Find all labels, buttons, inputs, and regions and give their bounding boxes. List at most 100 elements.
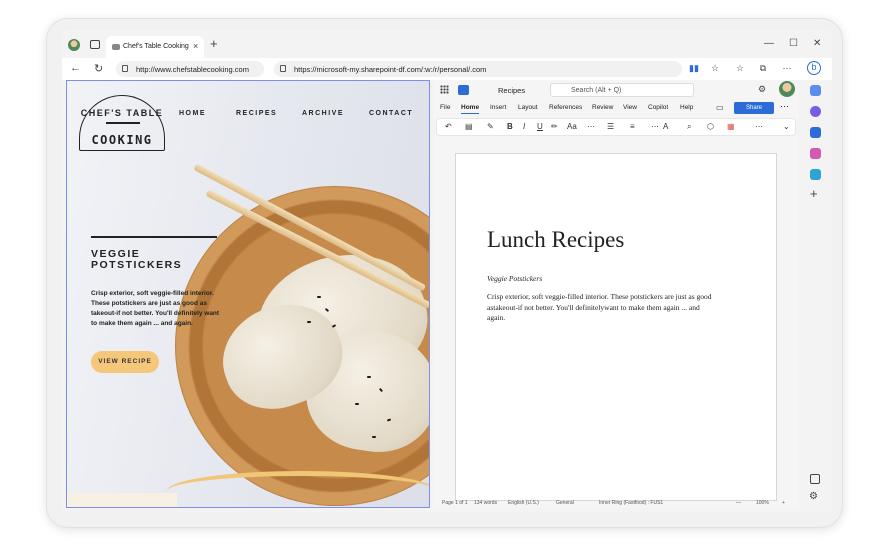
profile-avatar[interactable] (68, 39, 80, 51)
bold-button[interactable]: B (507, 122, 513, 131)
zoom-in-icon[interactable]: + (782, 500, 785, 506)
tab-help[interactable]: Help (680, 104, 693, 111)
close-window-icon[interactable]: ✕ (813, 38, 821, 49)
status-ring: Inner Ring (Fastfood) : FUS1 (599, 500, 664, 506)
document-body: Crisp exterior, soft veggie-filled inter… (487, 292, 712, 322)
collections-icon[interactable]: ⧉ (758, 63, 768, 73)
right-url-field[interactable]: https://microsoft-my.sharepoint-df.com/:… (274, 61, 682, 77)
app-launcher-icon[interactable] (440, 85, 449, 94)
zoom-level[interactable]: 100% (756, 500, 769, 506)
address-bar-row: ← ↻ http://www.chefstablecooking.com htt… (62, 58, 832, 80)
tab-bar: Chef's Table Cooking × + — ☐ ✕ (62, 30, 832, 58)
m365-icon[interactable] (810, 106, 821, 117)
maximize-icon[interactable]: ☐ (789, 38, 798, 49)
logo-line2: COOKING (91, 133, 153, 147)
settings-gear-icon[interactable]: ⚙ (809, 491, 818, 502)
find-icon[interactable]: ⌕ (687, 122, 691, 132)
comments-icon[interactable]: ▭ (716, 103, 724, 112)
nav-archive[interactable]: ARCHIVE (302, 110, 344, 117)
paste-icon[interactable]: ▤ (465, 122, 473, 131)
copilot-icon[interactable]: b (807, 61, 821, 75)
more-options-icon[interactable]: ⋯ (780, 101, 789, 112)
left-url-field[interactable]: http://www.chefstablecooking.com (116, 61, 264, 77)
website-pane: CHEF'S TABLE COOKING HOME RECIPES ARCHIV… (66, 80, 430, 508)
browser-window: Chef's Table Cooking × + — ☐ ✕ ← ↻ http:… (62, 30, 832, 512)
font-size-button[interactable]: Aa (567, 122, 577, 131)
back-icon[interactable]: ← (70, 62, 81, 74)
more-ribbon-icon[interactable]: ⋯ (755, 122, 763, 131)
refresh-icon[interactable]: ↻ (94, 62, 103, 75)
status-language[interactable]: English (U.S.) (508, 500, 539, 506)
recipe-description: Crisp exterior, soft veggie-filled inter… (91, 290, 220, 327)
recipe-headline: VEGGIE POTSTICKERS (91, 248, 183, 271)
word-pane: Recipes Search (Alt + Q) ⚙ File Home Ins… (434, 80, 798, 508)
sesame-seed (317, 296, 321, 298)
tab-home[interactable]: Home (461, 104, 480, 114)
document-title: Lunch Recipes (487, 227, 625, 252)
add-app-icon[interactable]: + (810, 186, 818, 201)
status-page[interactable]: Page 1 of 1 (442, 500, 468, 506)
logo-line1: CHEF'S TABLE (80, 108, 164, 118)
editor-icon[interactable]: ▦ (727, 122, 735, 131)
status-sensitivity[interactable]: General (556, 500, 574, 506)
divider (91, 236, 217, 238)
document-page[interactable]: Lunch Recipes Veggie Potstickers Crisp e… (455, 153, 777, 501)
highlight-icon[interactable]: ✏ (551, 122, 558, 131)
tab-layout[interactable]: Layout (518, 104, 538, 111)
edge-sidebar: + ⚙ (800, 80, 832, 512)
decorative-wave (167, 471, 429, 507)
word-header: Recipes Search (Alt + Q) ⚙ (434, 80, 798, 100)
lock-icon (122, 65, 128, 72)
ribbon-toolbar: ↶ ▤ ✎ B I U ✏ Aa ⋯ ☰ ≡ ⋯ A ⌕ ⬡ ▦ ⋯ ⌄ (436, 118, 796, 136)
more-font-icon[interactable]: ⋯ (587, 122, 595, 131)
tab-copilot[interactable]: Copilot (648, 104, 668, 111)
share-button[interactable]: Share (734, 102, 774, 114)
nav-home[interactable]: HOME (179, 110, 206, 117)
bullets-icon[interactable]: ☰ (607, 122, 614, 131)
search-box[interactable]: Search (Alt + Q) (550, 83, 694, 97)
nav-recipes[interactable]: RECIPES (236, 110, 277, 117)
tab-chefs-table[interactable]: Chef's Table Cooking × (106, 36, 204, 58)
tab-actions-icon[interactable] (90, 40, 100, 49)
zoom-out-icon[interactable]: — (736, 500, 741, 506)
document-name[interactable]: Recipes (498, 86, 525, 95)
new-tab-icon[interactable]: + (210, 36, 218, 51)
tab-insert[interactable]: Insert (490, 104, 506, 111)
undo-icon[interactable]: ↶ (445, 122, 452, 131)
format-painter-icon[interactable]: ✎ (487, 122, 494, 131)
document-subtitle: Veggie Potstickers (487, 274, 543, 283)
word-logo-icon (458, 85, 469, 95)
more-paragraph-icon[interactable]: ⋯ (651, 122, 659, 131)
nav-contact[interactable]: CONTACT (369, 110, 413, 117)
drop-icon[interactable] (810, 169, 821, 180)
tab-file[interactable]: File (440, 104, 450, 111)
close-tab-icon[interactable]: × (193, 41, 198, 51)
tab-view[interactable]: View (623, 104, 637, 111)
underline-button[interactable]: U (537, 122, 543, 131)
italic-button[interactable]: I (523, 122, 525, 131)
view-recipe-button[interactable]: VIEW RECIPE (91, 351, 159, 373)
settings-icon[interactable]: ⚙ (758, 84, 766, 95)
align-icon[interactable]: ≡ (630, 122, 635, 131)
user-avatar[interactable] (779, 81, 795, 97)
sesame-seed (372, 436, 376, 438)
status-words[interactable]: 134 words (474, 500, 497, 506)
search-placeholder: Search (Alt + Q) (571, 87, 622, 94)
site-favicon-icon (112, 44, 120, 50)
minimize-icon[interactable]: — (764, 38, 774, 49)
tab-review[interactable]: Review (592, 104, 613, 111)
reading-view-icon[interactable]: ▮▮ (689, 63, 699, 73)
ribbon-collapse-icon[interactable]: ⌄ (783, 122, 790, 131)
tab-references[interactable]: References (549, 104, 582, 111)
lock-icon (280, 65, 286, 72)
designer-icon[interactable]: ⬡ (707, 122, 714, 131)
styles-icon[interactable]: A (663, 122, 668, 131)
sidebar-toggle-icon[interactable] (810, 474, 820, 484)
footer-strip (67, 493, 177, 507)
tag-icon[interactable] (810, 85, 821, 96)
favorite-add-icon[interactable]: ☆ (710, 63, 720, 73)
outlook-icon[interactable] (810, 127, 821, 138)
more-icon[interactable]: ⋯ (782, 63, 792, 73)
favorites-icon[interactable]: ☆ (735, 63, 745, 73)
designer-app-icon[interactable] (810, 148, 821, 159)
